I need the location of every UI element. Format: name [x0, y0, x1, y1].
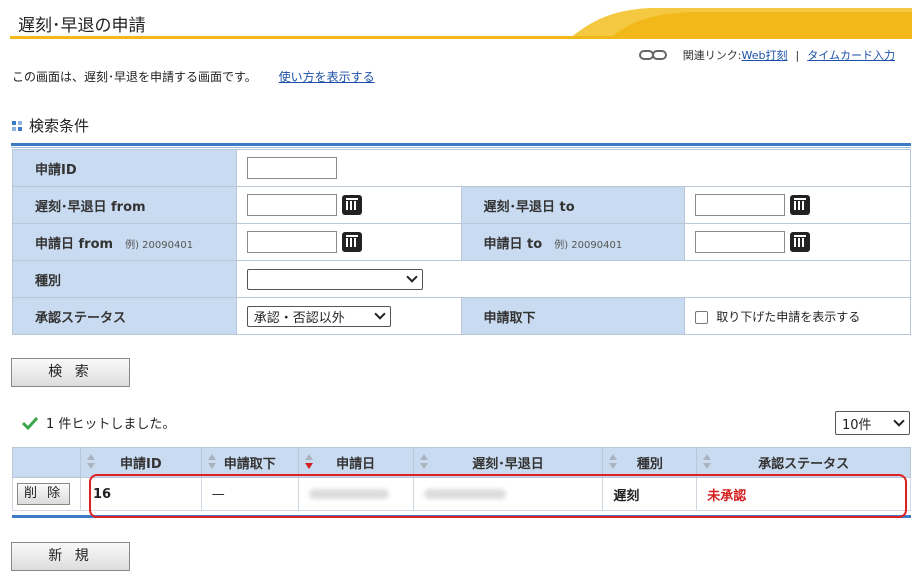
section-rule-thin — [11, 147, 911, 148]
type-label: 種別 — [12, 260, 237, 298]
chevron-down-icon — [374, 308, 386, 320]
sort-icon — [609, 454, 618, 472]
per-page-value: 10件 — [842, 417, 872, 433]
title-bar: 遅刻･早退の申請 — [10, 8, 912, 39]
cell-withdraw: — — [200, 477, 299, 511]
type-select[interactable] — [246, 268, 423, 290]
cell-type: 遅刻 — [602, 477, 698, 511]
checkmark-icon — [22, 416, 38, 430]
late-from-label: 遅刻･早退日 from — [12, 186, 237, 224]
blurred-date — [423, 489, 506, 499]
withdraw-label: 申請取下 — [460, 297, 686, 335]
apply-to-label: 申請日 to 例) 20090401 — [460, 223, 686, 261]
chevron-down-icon — [893, 415, 905, 427]
calendar-icon[interactable] — [341, 195, 362, 215]
late-from-input[interactable] — [246, 194, 337, 216]
cell-request-id[interactable]: 16 — [79, 477, 202, 511]
status-select[interactable]: 承認・否認以外 — [246, 305, 391, 327]
chain-link-icon — [638, 49, 667, 61]
delete-button[interactable]: 削 除 — [17, 483, 71, 505]
search-section-heading: 検索条件 — [11, 115, 89, 136]
calendar-icon[interactable] — [790, 195, 811, 215]
hit-count-text: 1 件ヒットしました。 — [46, 417, 176, 432]
new-button[interactable]: 新 規 — [11, 542, 130, 571]
calendar-icon[interactable] — [341, 232, 362, 252]
results-header-row: 申請ID 申請取下 申請日 遅刻･早退日 種別 承認ステータス — [12, 447, 911, 478]
related-separator: | — [795, 48, 800, 62]
apply-from-example: 例) 20090401 — [125, 239, 194, 251]
page-description: この画面は、遅刻･早退を申請する画面です。 使い方を表示する — [12, 68, 375, 85]
results-rule — [12, 515, 911, 518]
show-withdrawn-label: 取り下げた申請を表示する — [716, 309, 861, 324]
apply-to-example: 例) 20090401 — [554, 239, 623, 251]
apply-to-input[interactable] — [695, 231, 786, 253]
section-squares-icon — [11, 119, 23, 132]
column-header-withdraw[interactable]: 申請取下 — [200, 447, 299, 478]
status-label: 承認ステータス — [12, 297, 237, 335]
late-to-label: 遅刻･早退日 to — [460, 186, 686, 224]
search-conditions-table: 申請ID 遅刻･早退日 from 遅刻･早退日 to 申請日 from 例) 20… — [12, 149, 912, 335]
column-header-request-id[interactable]: 申請ID — [79, 447, 202, 478]
related-link-timecard[interactable]: タイムカード入力 — [807, 47, 895, 63]
cell-apply-date — [297, 477, 414, 511]
search-heading-text: 検索条件 — [29, 117, 90, 135]
related-label: 関連リンク: — [682, 49, 742, 62]
calendar-icon[interactable] — [790, 232, 811, 252]
hit-count: 1 件ヒットしました。 — [22, 413, 175, 432]
apply-from-label-text: 申請日 from — [35, 236, 114, 252]
results-table: 申請ID 申請取下 申請日 遅刻･早退日 種別 承認ステータス 削 除 16 —… — [12, 447, 911, 511]
show-withdrawn-checkbox[interactable] — [695, 310, 709, 324]
table-row: 削 除 16 — 遅刻 未承認 — [12, 477, 911, 511]
request-id-input[interactable] — [246, 157, 337, 179]
per-page-select[interactable]: 10件 — [835, 411, 910, 435]
sort-icon — [86, 454, 95, 472]
cell-late-date — [412, 477, 604, 511]
status-select-value: 承認・否認以外 — [253, 310, 345, 326]
blurred-date — [308, 489, 389, 499]
cell-status: 未承認 — [696, 477, 911, 511]
sort-desc-icon — [304, 454, 313, 472]
late-to-input[interactable] — [695, 194, 786, 216]
related-links: 関連リンク: Web打刻 | タイムカード入力 — [638, 47, 895, 63]
column-header-type[interactable]: 種別 — [602, 447, 698, 478]
sort-icon — [207, 454, 216, 472]
title-underline — [10, 36, 912, 39]
help-link[interactable]: 使い方を表示する — [279, 70, 375, 84]
sort-icon — [419, 454, 428, 472]
column-header-apply-date[interactable]: 申請日 — [297, 447, 414, 478]
apply-to-label-text: 申請日 to — [483, 236, 543, 252]
description-text: この画面は、遅刻･早退を申請する画面です。 — [12, 70, 257, 84]
related-link-web-punch[interactable]: Web打刻 — [742, 47, 788, 63]
request-id-label: 申請ID — [12, 149, 237, 187]
column-header-status[interactable]: 承認ステータス — [696, 447, 911, 478]
column-header-late-date[interactable]: 遅刻･早退日 — [412, 447, 604, 478]
sort-icon — [703, 454, 712, 472]
column-header-actions — [12, 447, 81, 478]
chevron-down-icon — [406, 271, 418, 283]
apply-from-input[interactable] — [246, 231, 337, 253]
page-title: 遅刻･早退の申請 — [18, 16, 146, 36]
apply-from-label: 申請日 from 例) 20090401 — [12, 223, 237, 261]
search-button[interactable]: 検 索 — [11, 358, 130, 387]
section-rule — [11, 143, 911, 146]
